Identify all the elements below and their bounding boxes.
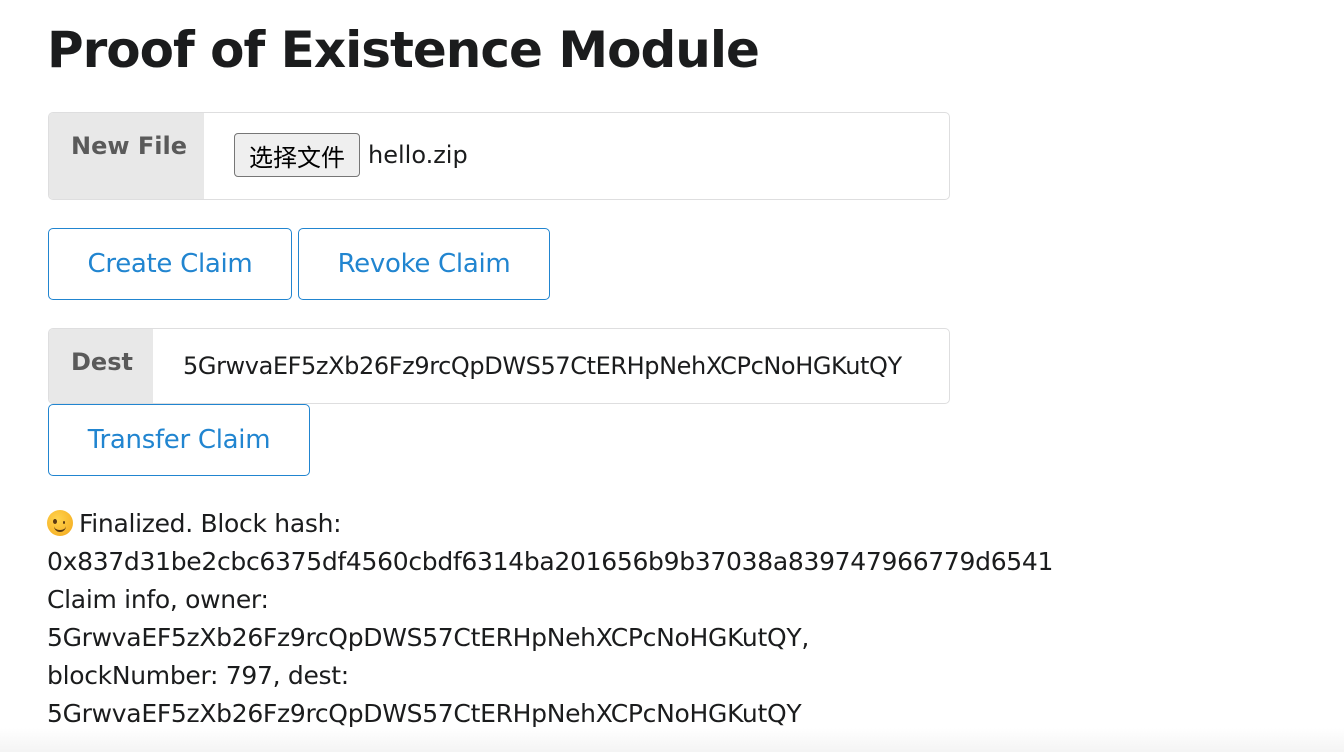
choose-file-button[interactable]: 选择文件 bbox=[234, 133, 360, 177]
winking-face-icon bbox=[47, 510, 73, 536]
claim-info-owner-label: Claim info, owner: bbox=[47, 585, 269, 614]
dest-label: Dest bbox=[49, 329, 153, 403]
dest-input[interactable] bbox=[183, 352, 921, 380]
claim-owner-value: 5GrwvaEF5zXb26Fz9rcQpDWS57CtERHpNehXCPcN… bbox=[47, 623, 809, 652]
transfer-claim-button[interactable]: Transfer Claim bbox=[48, 404, 310, 476]
claim-block-number: blockNumber: 797, dest: bbox=[47, 661, 349, 690]
page-title: Proof of Existence Module bbox=[47, 21, 760, 79]
selected-file-name: hello.zip bbox=[368, 141, 468, 169]
claim-dest-value: 5GrwvaEF5zXb26Fz9rcQpDWS57CtERHpNehXCPcN… bbox=[47, 699, 802, 728]
status-line-finalized: Finalized. Block hash: bbox=[47, 505, 1147, 543]
block-hash-value: 0x837d31be2cbc6375df4560cbdf6314ba201656… bbox=[47, 547, 1054, 576]
file-input-field[interactable]: 选择文件 hello.zip bbox=[204, 113, 949, 199]
create-claim-button[interactable]: Create Claim bbox=[48, 228, 292, 300]
new-file-label: New File bbox=[49, 113, 204, 199]
dest-field bbox=[153, 329, 949, 403]
status-finalized-text: Finalized. Block hash: bbox=[79, 509, 342, 538]
revoke-claim-button[interactable]: Revoke Claim bbox=[298, 228, 550, 300]
new-file-input-group: New File 选择文件 hello.zip bbox=[48, 112, 950, 200]
status-message: Finalized. Block hash: 0x837d31be2cbc637… bbox=[47, 505, 1147, 733]
dest-input-group: Dest bbox=[48, 328, 950, 404]
